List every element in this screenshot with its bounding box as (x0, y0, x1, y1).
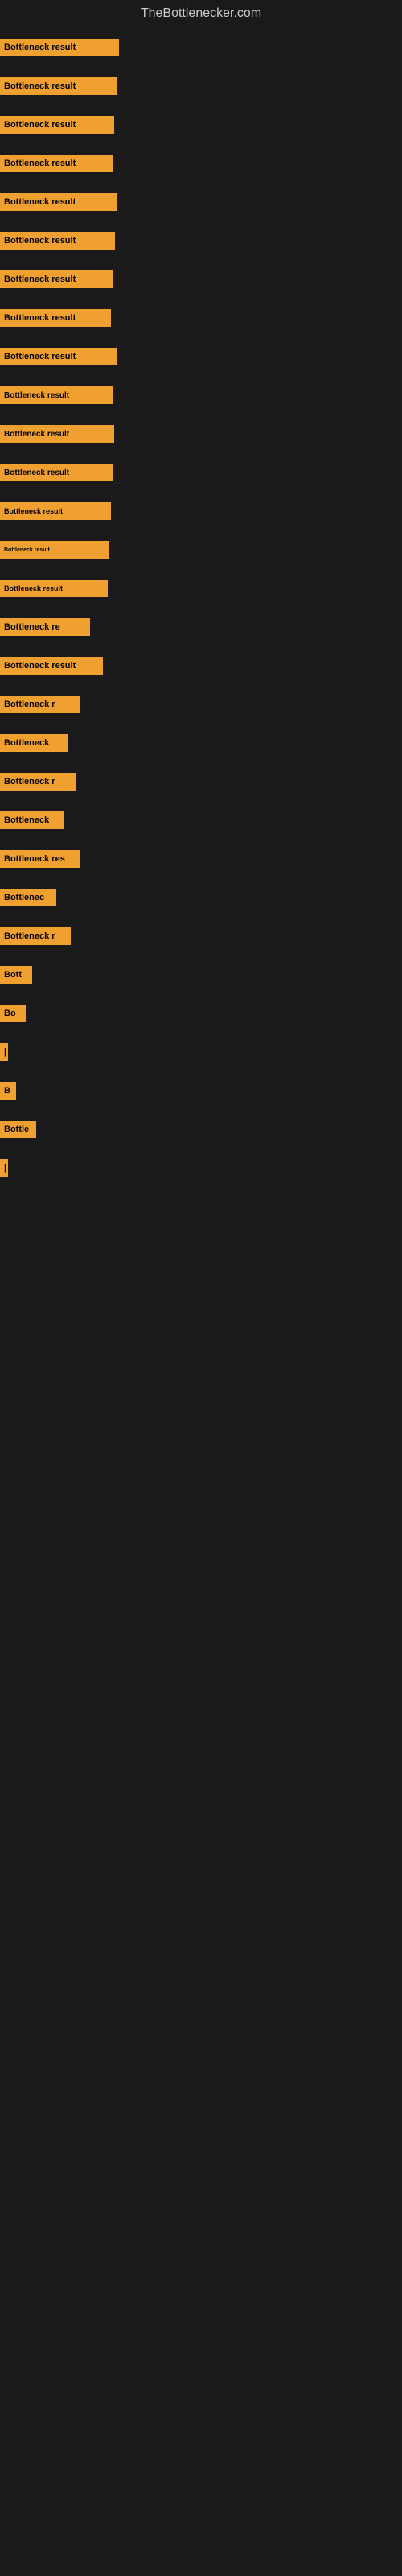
bottleneck-bar[interactable]: Bottleneck result (0, 309, 111, 327)
bottleneck-bar[interactable]: Bottleneck (0, 734, 68, 752)
site-title: TheBottlenecker.com (0, 0, 402, 27)
bar-row: Bottleneck result (0, 74, 402, 98)
bottleneck-bar[interactable]: Bottleneck result (0, 464, 113, 481)
bar-row: | (0, 1040, 402, 1064)
bottleneck-bar[interactable]: Bottleneck result (0, 270, 113, 288)
bottleneck-bar[interactable]: Bottleneck result (0, 193, 117, 211)
bottom-section (0, 1203, 402, 1686)
bottleneck-bar[interactable]: Bottleneck r (0, 927, 71, 945)
bar-row: Bott (0, 963, 402, 987)
bottleneck-bar[interactable]: B (0, 1082, 16, 1100)
bar-row: Bottleneck result (0, 654, 402, 678)
bottleneck-bar[interactable]: Bottleneck result (0, 502, 111, 520)
bar-row: Bo (0, 1001, 402, 1026)
bottleneck-bar[interactable]: Bottleneck result (0, 425, 114, 443)
bar-row: | (0, 1156, 402, 1180)
bar-row: Bottleneck r (0, 692, 402, 716)
bar-row: Bottleneck r (0, 924, 402, 948)
bar-row: Bottleneck (0, 731, 402, 755)
bar-row: Bottlenec (0, 886, 402, 910)
bottleneck-bar[interactable]: Bottleneck res (0, 850, 80, 868)
bar-row: Bottleneck result (0, 113, 402, 137)
bar-row: Bottleneck r (0, 770, 402, 794)
bottleneck-bar[interactable]: Bott (0, 966, 32, 984)
bar-row: Bottleneck result (0, 151, 402, 175)
bottleneck-bar[interactable]: Bottlenec (0, 889, 56, 906)
bottleneck-bar[interactable]: Bottleneck result (0, 348, 117, 365)
bottleneck-bar[interactable]: Bottleneck result (0, 580, 108, 597)
bar-row: B (0, 1079, 402, 1103)
bar-row: Bottleneck result (0, 460, 402, 485)
bar-row: Bottleneck result (0, 422, 402, 446)
bottleneck-bar[interactable]: Bottleneck result (0, 232, 115, 250)
bar-row: Bottleneck result (0, 306, 402, 330)
bottleneck-bar[interactable]: Bottleneck result (0, 39, 119, 56)
bottleneck-bar[interactable]: Bottleneck result (0, 116, 114, 134)
bottleneck-bar[interactable]: | (0, 1159, 8, 1177)
bar-row: Bottleneck result (0, 229, 402, 253)
bar-row: Bottleneck re (0, 615, 402, 639)
bar-row: Bottleneck result (0, 35, 402, 60)
bottleneck-bar[interactable]: Bottleneck result (0, 77, 117, 95)
bottleneck-bar[interactable]: Bottleneck re (0, 618, 90, 636)
bottleneck-bar[interactable]: Bottleneck result (0, 155, 113, 172)
bar-row: Bottle (0, 1117, 402, 1141)
bar-row: Bottleneck result (0, 576, 402, 601)
bottleneck-bar[interactable]: Bottleneck r (0, 696, 80, 713)
bar-row: Bottleneck result (0, 538, 402, 562)
bar-row: Bottleneck result (0, 383, 402, 407)
bar-row: Bottleneck result (0, 190, 402, 214)
bars-container: Bottleneck result Bottleneck result Bottle… (0, 27, 402, 1203)
bar-row: Bottleneck (0, 808, 402, 832)
bottleneck-bar[interactable]: Bottleneck r (0, 773, 76, 791)
bottleneck-bar[interactable]: Bottleneck result (0, 541, 109, 559)
bar-row: Bottleneck result (0, 499, 402, 523)
bottleneck-bar[interactable]: Bottleneck result (0, 657, 103, 675)
bar-row: Bottleneck result (0, 267, 402, 291)
bottleneck-bar[interactable]: Bo (0, 1005, 26, 1022)
bottleneck-bar[interactable]: Bottleneck result (0, 386, 113, 404)
bottleneck-bar[interactable]: Bottleneck (0, 811, 64, 829)
bar-row: Bottleneck res (0, 847, 402, 871)
bottleneck-bar[interactable]: Bottle (0, 1121, 36, 1138)
bar-row: Bottleneck result (0, 345, 402, 369)
bottleneck-bar[interactable]: | (0, 1043, 8, 1061)
